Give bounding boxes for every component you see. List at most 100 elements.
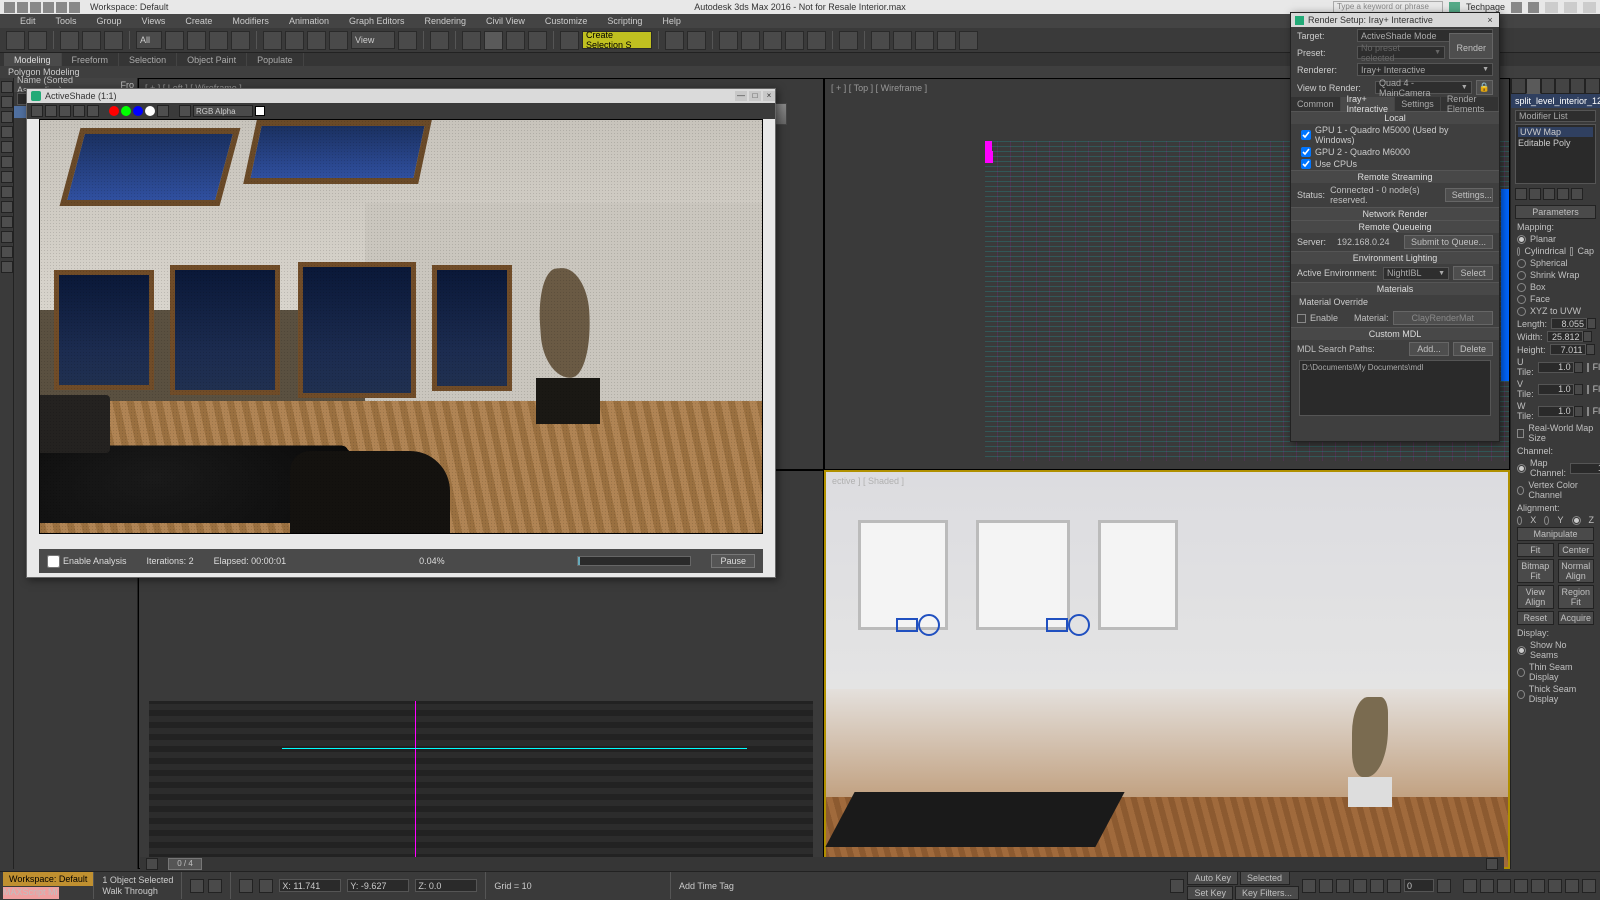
stream-settings-button[interactable]: Settings... [1445, 188, 1493, 202]
object-name-field[interactable]: split_level_interior_125 [1511, 94, 1600, 108]
selectname-button[interactable] [187, 31, 206, 50]
bind-button[interactable] [104, 31, 123, 50]
redo-button[interactable] [28, 31, 47, 50]
comm-icon[interactable] [1170, 879, 1184, 893]
coord-y[interactable]: Y: -9.627 [347, 879, 409, 892]
rotate-button[interactable] [285, 31, 304, 50]
menu-customize[interactable]: Customize [535, 16, 598, 26]
se-containers-icon[interactable] [1, 216, 13, 228]
keymode-icon[interactable] [1387, 879, 1401, 893]
timeconfig-icon[interactable] [1437, 879, 1451, 893]
gpu1-check[interactable] [1301, 130, 1311, 140]
rs-materials-header[interactable]: Materials [1291, 283, 1499, 295]
se-xref-icon[interactable] [1, 231, 13, 243]
goto-end-icon[interactable] [1370, 879, 1384, 893]
as-red-dot[interactable] [109, 106, 119, 116]
bitmapfit-button[interactable]: Bitmap Fit [1517, 559, 1554, 583]
percentsnap-button[interactable] [506, 31, 525, 50]
menu-rendering[interactable]: Rendering [415, 16, 477, 26]
manipulate-button[interactable] [430, 31, 449, 50]
center-button[interactable]: Center [1558, 543, 1595, 557]
open-icon[interactable] [30, 2, 41, 13]
env-select-button[interactable]: Select [1453, 266, 1493, 280]
wtile-input[interactable] [1538, 406, 1574, 417]
snap2-icon[interactable] [208, 879, 222, 893]
as-white-dot[interactable] [145, 106, 155, 116]
mdl-delete-button[interactable]: Delete [1453, 342, 1493, 356]
snap-button[interactable] [462, 31, 481, 50]
height-input[interactable] [1550, 344, 1586, 355]
stack-uvwmap[interactable]: UVW Map [1518, 127, 1593, 137]
make-unique-icon[interactable] [1543, 188, 1555, 200]
as-swatch[interactable] [255, 106, 265, 116]
undo-button[interactable] [6, 31, 25, 50]
view-dropdown[interactable]: Quad 4 - MainCamera [1375, 81, 1472, 94]
orbit-icon[interactable] [1548, 879, 1562, 893]
as-channel-dropdown[interactable]: RGB Alpha [193, 105, 253, 117]
render-button-big[interactable]: Render [1449, 33, 1493, 59]
ribbon-tab-selection[interactable]: Selection [119, 53, 177, 66]
current-frame-input[interactable]: 0 [1404, 879, 1434, 892]
height-spinner[interactable] [1586, 344, 1595, 355]
disp-noseams-radio[interactable] [1517, 646, 1526, 655]
se-helpers-icon[interactable] [1, 171, 13, 183]
help-icon[interactable] [1528, 2, 1539, 13]
length-spinner[interactable] [1587, 318, 1596, 329]
acquire-button[interactable]: Acquire [1558, 611, 1595, 625]
activeshade-titlebar[interactable]: ActiveShade (1:1) — □ × [27, 89, 775, 103]
close-button[interactable] [1583, 2, 1596, 13]
vtile-input[interactable] [1538, 384, 1574, 395]
se-frozen-icon[interactable] [1, 246, 13, 258]
render-iterative-button[interactable] [937, 31, 956, 50]
ribbon-tab-populate[interactable]: Populate [247, 53, 304, 66]
time-prev-icon[interactable] [146, 858, 158, 870]
autokey-button[interactable]: Auto Key [1187, 871, 1238, 885]
rendered-frame-button[interactable] [893, 31, 912, 50]
pin-stack-icon[interactable] [1515, 188, 1527, 200]
rs-titlebar[interactable]: Render Setup: Iray+ Interactive × [1291, 13, 1499, 27]
goto-start-icon[interactable] [1302, 879, 1316, 893]
viewalign-button[interactable]: View Align [1517, 585, 1554, 609]
time-slider-handle[interactable]: 0 / 4 [168, 858, 202, 870]
wflip-check[interactable] [1587, 407, 1589, 416]
ref-coord-dropdown[interactable]: View [351, 31, 395, 49]
as-green-dot[interactable] [121, 106, 131, 116]
mdl-paths-list[interactable]: D:\Documents\My Documents\mdl [1299, 360, 1491, 416]
render-cloud-button[interactable] [959, 31, 978, 50]
menu-animation[interactable]: Animation [279, 16, 339, 26]
mat-enable-check[interactable] [1297, 314, 1306, 323]
new-icon[interactable] [17, 2, 28, 13]
rs-tab-iray[interactable]: Iray+ Interactive [1341, 97, 1396, 111]
time-next-icon[interactable] [1486, 858, 1498, 870]
workspace-button[interactable]: Workspace: Default [3, 872, 93, 886]
rs-tab-elements[interactable]: Render Elements [1441, 97, 1499, 111]
cmd-tab-motion[interactable] [1555, 78, 1570, 94]
cap-check[interactable] [1570, 247, 1573, 256]
regionfit-button[interactable]: Region Fit [1558, 585, 1595, 609]
disp-thin-radio[interactable] [1517, 668, 1525, 677]
camera-gizmo-1[interactable] [896, 612, 940, 634]
menu-help[interactable]: Help [652, 16, 691, 26]
modifier-stack[interactable]: UVW Map Editable Poly [1515, 124, 1596, 184]
rs-close-icon[interactable]: × [1485, 15, 1495, 25]
se-spacewarps-icon[interactable] [1, 186, 13, 198]
rollout-parameters-header[interactable]: Parameters [1515, 205, 1596, 219]
map-face-radio[interactable] [1517, 295, 1526, 304]
menu-views[interactable]: Views [132, 16, 176, 26]
ribbon-tab-modeling[interactable]: Modeling [4, 53, 62, 66]
as-clear-icon[interactable] [87, 105, 99, 117]
renderer-dropdown[interactable]: Iray+ Interactive [1357, 63, 1493, 76]
zoomall-icon[interactable] [1480, 879, 1494, 893]
disp-thick-radio[interactable] [1517, 690, 1525, 699]
maxscript-listener[interactable]: MAXScript Mi [3, 887, 59, 899]
align-y-radio[interactable] [1544, 516, 1549, 525]
manipulate-button[interactable]: Manipulate [1517, 527, 1594, 541]
map-sph-radio[interactable] [1517, 259, 1526, 268]
cmd-tab-display[interactable] [1570, 78, 1585, 94]
activeshade-viewport[interactable] [39, 119, 763, 534]
width-spinner[interactable] [1583, 331, 1592, 342]
se-display-icon[interactable] [1, 81, 13, 93]
menu-scripting[interactable]: Scripting [597, 16, 652, 26]
as-alpha-icon[interactable] [157, 105, 169, 117]
layerexplorer-button[interactable] [741, 31, 760, 50]
